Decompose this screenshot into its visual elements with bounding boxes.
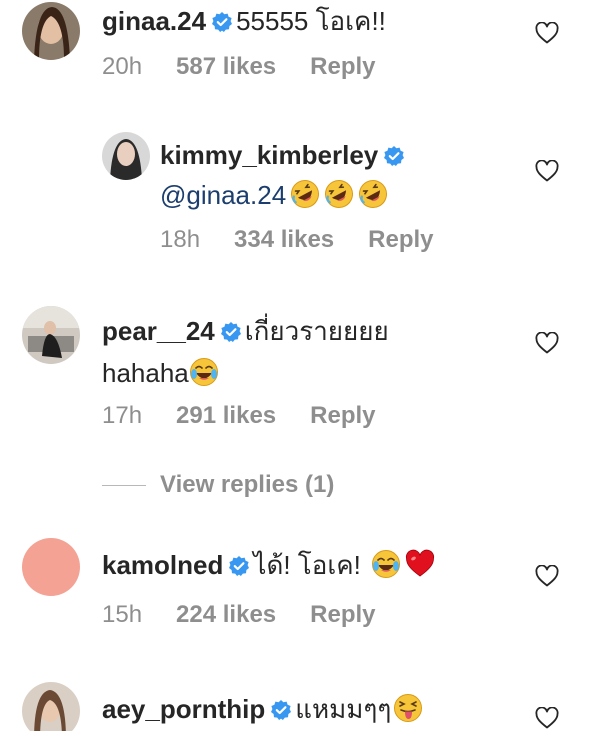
avatar[interactable]: [22, 538, 80, 596]
reply-button[interactable]: Reply: [368, 225, 433, 255]
comment-text: เกี่ยวรายยยย: [244, 316, 389, 346]
comment-timestamp: 18h: [160, 226, 201, 253]
comment-likes[interactable]: 291 likes: [176, 401, 276, 431]
tears-of-joy-emoji: [189, 357, 219, 387]
verified-badge-icon: [384, 146, 404, 166]
comment-timestamp: 20h: [102, 53, 143, 80]
comment-likes[interactable]: 587 likes: [176, 52, 276, 82]
comment-username[interactable]: ginaa.24: [102, 6, 206, 36]
reply-button[interactable]: Reply: [310, 600, 375, 630]
verified-badge-icon: [221, 322, 241, 342]
avatar[interactable]: [22, 2, 80, 60]
like-heart-icon[interactable]: [535, 22, 559, 44]
tongue-squint-emoji: [393, 693, 423, 723]
comment-text: ได้! โอเค!: [253, 550, 361, 580]
verified-badge-icon: [212, 12, 232, 32]
comment-timestamp: 15h: [102, 601, 143, 628]
rolling-laughing-emoji: [324, 179, 354, 209]
like-heart-icon[interactable]: [535, 707, 559, 729]
avatar[interactable]: [22, 306, 80, 364]
tears-of-joy-emoji: [371, 549, 401, 579]
like-heart-icon[interactable]: [535, 160, 559, 182]
mention-link[interactable]: @ginaa.24: [160, 180, 286, 210]
like-heart-icon[interactable]: [535, 332, 559, 354]
view-replies-divider: [102, 485, 146, 487]
avatar[interactable]: [102, 132, 150, 180]
comment-username[interactable]: kamolned: [102, 550, 223, 580]
comment-text: แหมมๆๆ: [295, 694, 392, 724]
verified-badge-icon: [271, 700, 291, 720]
rolling-laughing-emoji: [358, 179, 388, 209]
view-replies-label[interactable]: View replies (1): [160, 471, 334, 498]
comment-likes[interactable]: 224 likes: [176, 600, 276, 630]
rolling-laughing-emoji: [290, 179, 320, 209]
view-replies-button[interactable]: View replies (1): [102, 470, 334, 500]
comment-text: 55555 โอเค!!: [236, 6, 386, 36]
comment-username[interactable]: aey_pornthip: [102, 694, 265, 724]
comment-likes[interactable]: 334 likes: [234, 225, 334, 255]
avatar-photo-icon: [22, 2, 80, 60]
reply-button[interactable]: Reply: [310, 401, 375, 431]
avatar-photo-icon: [102, 132, 150, 180]
avatar[interactable]: [22, 682, 80, 731]
avatar-photo-icon: [22, 306, 80, 364]
red-heart-emoji: [405, 549, 435, 579]
verified-badge-icon: [229, 556, 249, 576]
comment-username[interactable]: pear__24: [102, 316, 215, 346]
like-heart-icon[interactable]: [535, 565, 559, 587]
reply-button[interactable]: Reply: [310, 52, 375, 82]
comment-timestamp: 17h: [102, 402, 143, 429]
comment-username[interactable]: kimmy_kimberley: [160, 140, 378, 170]
avatar-photo-icon: [22, 682, 80, 731]
comment-text-continued: hahaha: [102, 358, 189, 388]
